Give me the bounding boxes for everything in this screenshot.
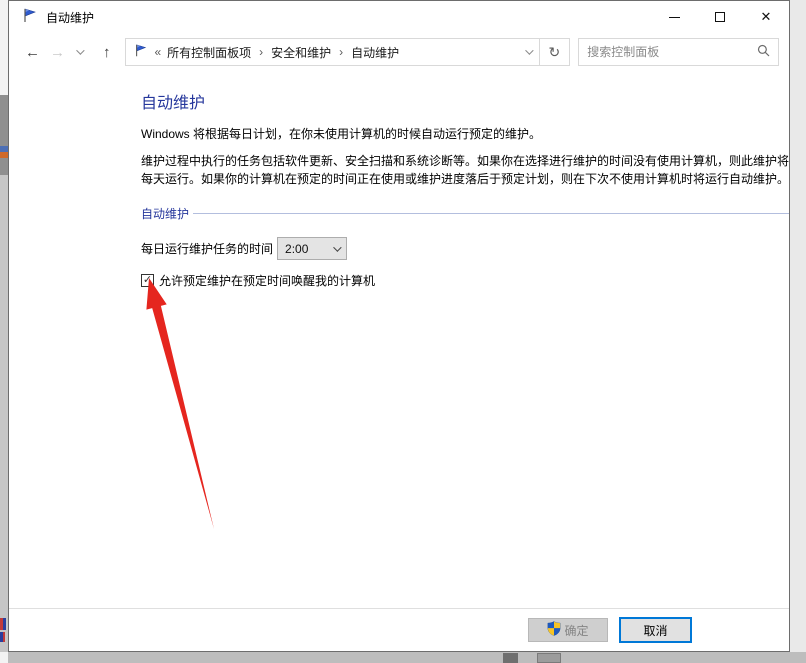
- navigation-toolbar: ← → ↑ « 所有控制面板项 › 安全和维护 › 自动维护 ↻: [9, 33, 789, 71]
- control-panel-window: 自动维护 ✕ ← → ↑ « 所有控制面板项 › 安全和维护 › 自动维: [8, 0, 790, 652]
- desktop-fragment: [0, 95, 8, 175]
- wake-computer-row: ✓ 允许预定维护在预定时间唤醒我的计算机: [141, 272, 789, 289]
- breadcrumb-separator: ›: [337, 45, 345, 59]
- wake-computer-label[interactable]: 允许预定维护在预定时间唤醒我的计算机: [159, 272, 375, 289]
- page-title: 自动维护: [141, 89, 789, 113]
- desktop-icon-fragment: [0, 618, 8, 630]
- page-subtitle: Windows 将根据每日计划，在你未使用计算机的时候自动运行预定的维护。: [141, 126, 789, 143]
- taskbar-fragment: [503, 653, 518, 663]
- uac-shield-icon: [547, 621, 561, 639]
- flag-icon: [134, 44, 148, 61]
- cancel-button-label: 取消: [643, 622, 667, 639]
- dialog-footer: 确定 取消: [9, 608, 789, 651]
- maximize-button[interactable]: [697, 1, 743, 33]
- select-chevron-icon: [333, 243, 341, 251]
- maintenance-time-label: 每日运行维护任务的时间: [141, 240, 273, 257]
- maintenance-description: 维护过程中执行的任务包括软件更新、安全扫描和系统诊断等。如果你在选择进行维护的时…: [141, 153, 793, 188]
- titlebar: 自动维护 ✕: [9, 1, 789, 33]
- cancel-button[interactable]: 取消: [619, 617, 692, 643]
- address-bar[interactable]: « 所有控制面板项 › 安全和维护 › 自动维护: [125, 38, 539, 66]
- maintenance-time-value: 2:00: [285, 242, 333, 256]
- desktop-fragment: [0, 175, 8, 652]
- wake-computer-checkbox[interactable]: ✓: [141, 274, 154, 287]
- main-content: 自动维护 Windows 将根据每日计划，在你未使用计算机的时候自动运行预定的维…: [141, 89, 789, 289]
- breadcrumb-all-items[interactable]: 所有控制面板项: [167, 44, 251, 61]
- maintenance-time-select[interactable]: 2:00: [277, 237, 347, 260]
- window-controls: ✕: [651, 1, 789, 33]
- desktop-icon-fragment: [0, 146, 8, 158]
- maintenance-time-row: 每日运行维护任务的时间 2:00: [141, 237, 789, 260]
- minimize-button[interactable]: [651, 1, 697, 33]
- recent-pages-chevron-icon[interactable]: [76, 46, 84, 54]
- search-box[interactable]: [578, 38, 779, 66]
- up-button[interactable]: ↑: [98, 44, 116, 61]
- ok-button-label: 确定: [564, 622, 588, 639]
- ok-button[interactable]: 确定: [528, 618, 608, 642]
- back-button[interactable]: ←: [20, 44, 45, 61]
- section-title: 自动维护: [141, 205, 189, 222]
- refresh-button[interactable]: ↻: [540, 38, 571, 66]
- search-input[interactable]: [587, 45, 757, 59]
- close-button[interactable]: ✕: [743, 1, 789, 33]
- desktop-background: [0, 652, 806, 663]
- taskbar-fragment: [537, 653, 561, 663]
- window-title: 自动维护: [46, 9, 94, 26]
- search-icon[interactable]: [757, 44, 770, 60]
- flag-icon: [22, 8, 38, 27]
- breadcrumb-separator: ›: [257, 45, 265, 59]
- section-header: 自动维护: [141, 205, 789, 222]
- desktop-left-strip: [0, 0, 8, 663]
- forward-button[interactable]: →: [45, 44, 70, 61]
- breadcrumb-auto-maintenance[interactable]: 自动维护: [351, 44, 399, 61]
- address-dropdown-chevron-icon[interactable]: [525, 46, 533, 54]
- breadcrumb-overflow[interactable]: «: [154, 45, 161, 59]
- breadcrumb-security-maintenance[interactable]: 安全和维护: [271, 44, 331, 61]
- desktop-icon-fragment: [0, 632, 8, 642]
- section-divider: [193, 213, 789, 214]
